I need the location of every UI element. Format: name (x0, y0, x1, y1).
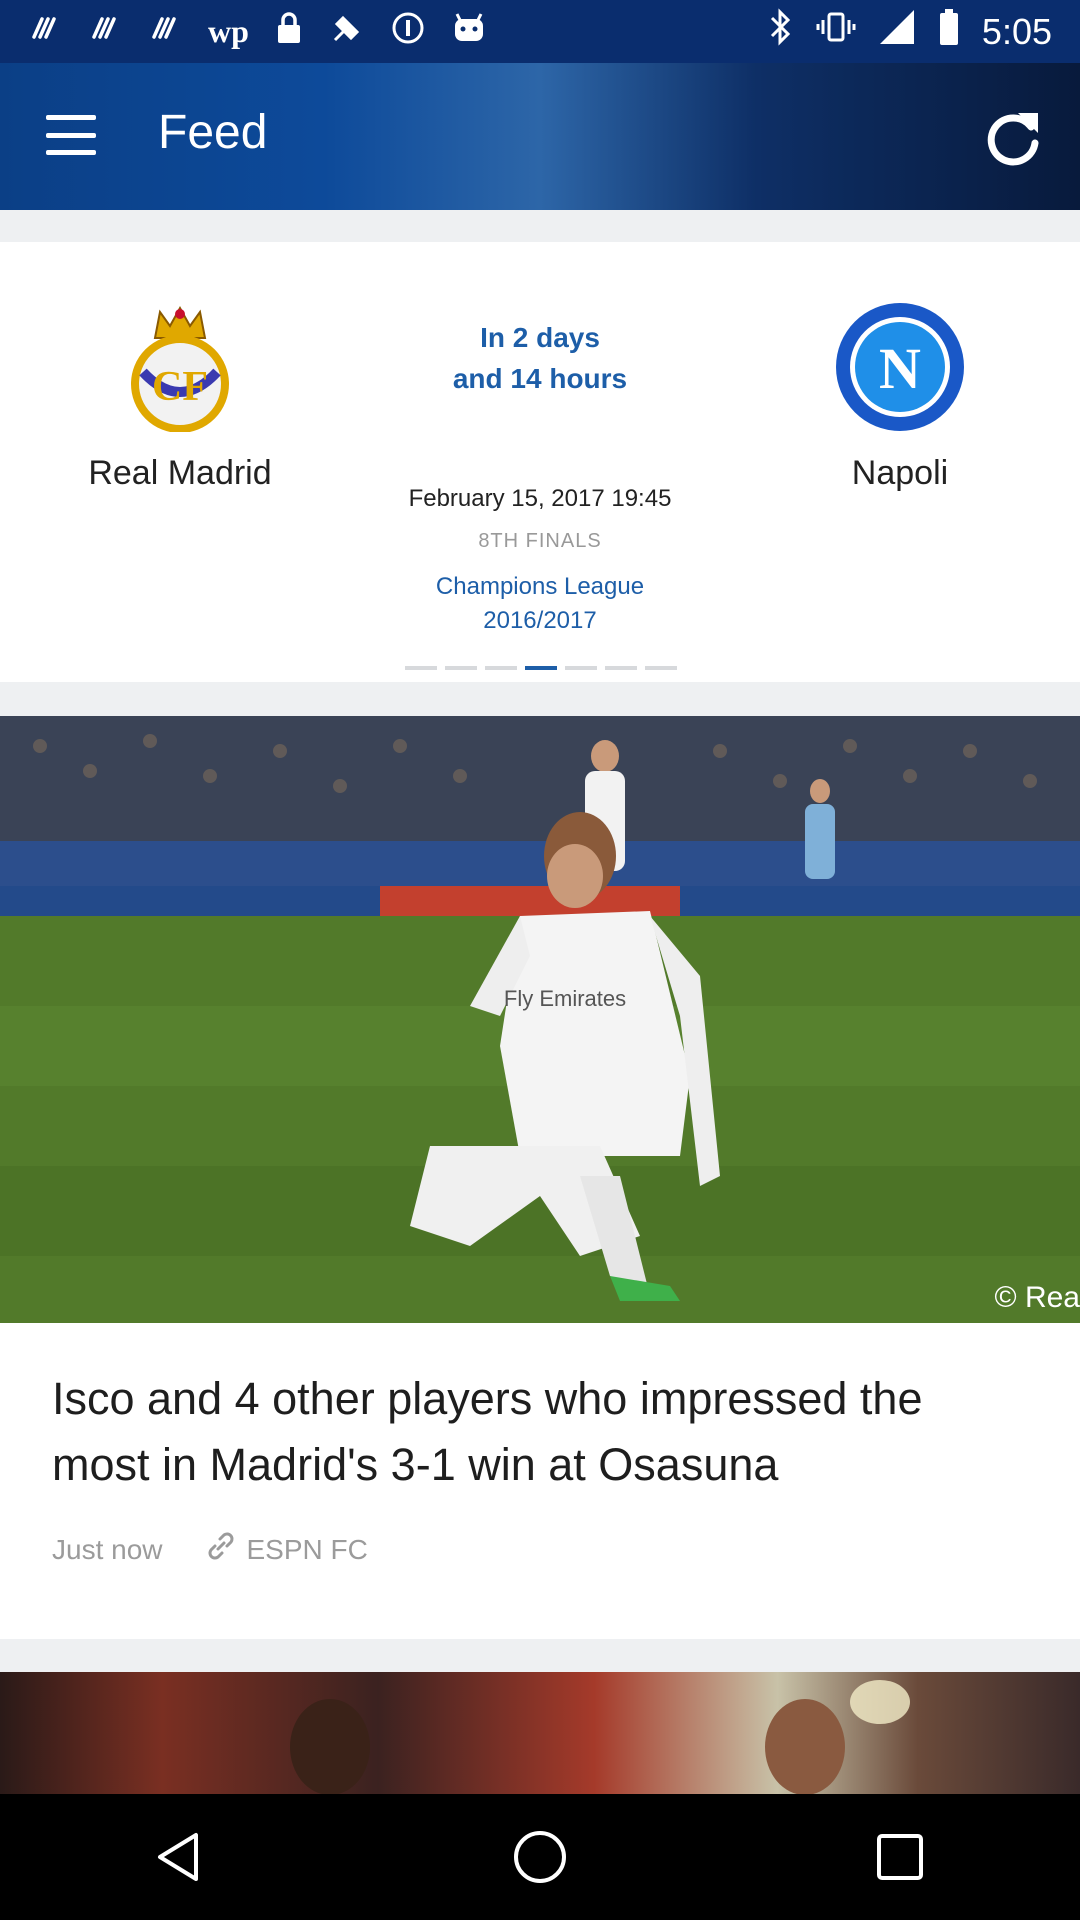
refresh-icon[interactable] (978, 103, 1048, 173)
competition-season: 2016/2017 (483, 607, 597, 634)
fitness-icon (88, 11, 122, 53)
system-nav-bar (0, 1794, 1080, 1920)
real-madrid-crest-icon: CF (115, 302, 245, 433)
svg-text:Fly Emirates: Fly Emirates (504, 986, 626, 1011)
competition-title: Champions League (435, 573, 645, 600)
article-card[interactable]: Fly Emirates © Rea Isco and 4 other play… (0, 716, 1080, 1639)
recents-button[interactable] (860, 1817, 940, 1897)
source-label: ESPN FC (246, 1533, 368, 1565)
article-meta: Just now ESPN FC (52, 1530, 368, 1569)
pager-dot[interactable] (445, 666, 477, 670)
battery-icon (938, 8, 960, 55)
competition-name: Champions League 2016/2017 (340, 570, 740, 638)
circle-pause-icon (391, 11, 425, 53)
article-image[interactable]: Fly Emirates © Rea (0, 716, 1080, 1323)
gps-icon (329, 10, 365, 54)
napoli-crest-icon: N (835, 302, 965, 432)
link-icon (205, 1530, 237, 1569)
match-date: February 15, 2017 19:45 (408, 485, 672, 512)
match-card[interactable]: CF Real Madrid In 2 days and 14 hours Fe… (0, 242, 1080, 682)
image-credit: © Rea (994, 1281, 1080, 1314)
article-title[interactable]: Isco and 4 other players who impressed t… (52, 1366, 1032, 1498)
status-time: 5:05 (981, 10, 1052, 52)
away-team[interactable]: N Napoli (750, 302, 1050, 493)
pager-dot[interactable] (485, 666, 517, 670)
match-pager[interactable] (405, 666, 677, 670)
fitness-icon (148, 11, 182, 53)
vibrate-icon (816, 8, 856, 55)
android-icon (451, 11, 487, 53)
next-article-image[interactable] (0, 1672, 1080, 1794)
countdown-hours: and 14 hours (452, 363, 628, 394)
pager-dot[interactable] (645, 666, 677, 670)
match-round: 8TH FINALS (478, 530, 602, 552)
hamburger-menu-icon[interactable] (46, 115, 96, 155)
signal-icon (878, 8, 916, 55)
svg-text:N: N (879, 336, 921, 401)
app-bar: Feed (0, 63, 1080, 210)
home-team[interactable]: CF Real Madrid (30, 302, 330, 493)
pager-dot[interactable] (605, 666, 637, 670)
pager-dot[interactable] (565, 666, 597, 670)
article-source[interactable]: ESPN FC (205, 1530, 368, 1569)
match-countdown: In 2 days and 14 hours (340, 317, 740, 399)
page-title: Feed (158, 106, 268, 159)
pager-dot-active[interactable] (525, 666, 557, 670)
article-time: Just now (52, 1533, 163, 1565)
countdown-days: In 2 days (480, 322, 600, 353)
status-left-icons: wp (28, 10, 487, 54)
lock-icon (275, 11, 303, 53)
status-bar: wp 5:05 (0, 0, 1080, 63)
bluetooth-icon (768, 8, 794, 55)
pager-dot[interactable] (405, 666, 437, 670)
away-team-name: Napoli (851, 454, 949, 492)
home-button[interactable] (500, 1817, 580, 1897)
back-button[interactable] (140, 1817, 220, 1897)
svg-text:CF: CF (152, 364, 208, 410)
home-team-name: Real Madrid (88, 454, 272, 492)
wp-icon: wp (208, 13, 249, 49)
status-right-icons: 5:05 (768, 8, 1052, 55)
fitness-icon (28, 11, 62, 53)
